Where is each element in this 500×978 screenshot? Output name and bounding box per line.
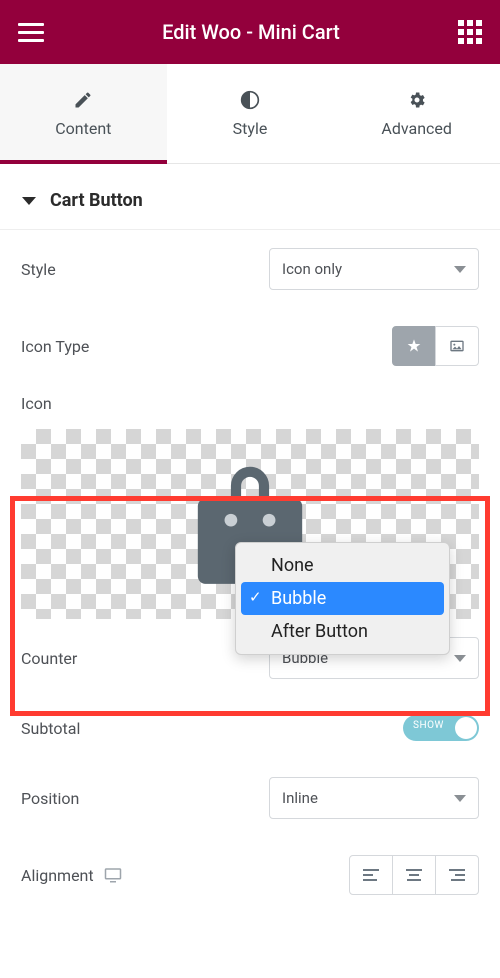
icon-type-icon-button[interactable] — [392, 326, 436, 366]
align-right-button[interactable] — [435, 855, 479, 895]
control-label: Position — [21, 789, 79, 808]
control-position: Position Inline — [1, 759, 499, 837]
control-label: Icon Type — [21, 337, 89, 356]
chevron-down-icon — [454, 266, 466, 273]
position-select[interactable]: Inline — [269, 777, 479, 819]
subtotal-toggle[interactable]: SHOW — [403, 715, 479, 741]
menu-icon[interactable] — [18, 23, 44, 42]
apps-icon[interactable] — [458, 20, 482, 44]
chevron-down-icon — [454, 655, 466, 662]
toggle-knob — [455, 717, 477, 739]
control-label: Subtotal — [21, 719, 80, 738]
panel-header: Edit Woo - Mini Cart — [0, 0, 500, 64]
section-title: Cart Button — [50, 190, 143, 211]
control-label: Counter — [21, 649, 77, 668]
dropdown-option-bubble[interactable]: Bubble — [241, 582, 444, 615]
desktop-icon[interactable] — [104, 867, 122, 883]
control-label: Icon — [21, 384, 479, 429]
control-subtotal: Subtotal SHOW — [1, 697, 499, 759]
star-icon — [406, 338, 422, 354]
control-label: Style — [21, 260, 56, 279]
icon-type-toggle — [392, 326, 479, 366]
style-select[interactable]: Icon only — [269, 248, 479, 290]
controls-panel: Style Icon only Icon Type Icon — [0, 230, 500, 913]
tab-label: Content — [55, 119, 111, 138]
control-icon-type: Icon Type — [1, 308, 499, 384]
dropdown-option-none[interactable]: None — [241, 549, 444, 582]
align-center-button[interactable] — [392, 855, 436, 895]
pencil-icon — [72, 89, 94, 111]
contrast-icon — [239, 89, 261, 111]
select-value: Inline — [282, 789, 318, 807]
dropdown-option-after-button[interactable]: After Button — [241, 615, 444, 648]
tab-label: Advanced — [381, 119, 452, 138]
tab-style[interactable]: Style — [167, 64, 334, 163]
icon-type-image-button[interactable] — [435, 326, 479, 366]
image-icon — [449, 338, 465, 354]
control-alignment: Alignment — [1, 837, 499, 913]
chevron-down-icon — [454, 795, 466, 802]
counter-dropdown: None Bubble After Button — [235, 542, 450, 655]
caret-down-icon — [22, 197, 36, 205]
section-toggle-cart-button[interactable]: Cart Button — [0, 164, 500, 230]
panel-tabs: Content Style Advanced — [0, 64, 500, 164]
select-value: Icon only — [282, 260, 342, 278]
align-left-button[interactable] — [349, 855, 393, 895]
alignment-group — [349, 855, 479, 895]
panel-title: Edit Woo - Mini Cart — [44, 20, 458, 44]
control-style: Style Icon only — [1, 230, 499, 308]
toggle-text: SHOW — [413, 720, 444, 731]
tab-advanced[interactable]: Advanced — [333, 64, 500, 163]
tab-label: Style — [233, 119, 268, 138]
tab-content[interactable]: Content — [0, 64, 167, 163]
control-label: Alignment — [21, 866, 94, 885]
gear-icon — [406, 89, 428, 111]
